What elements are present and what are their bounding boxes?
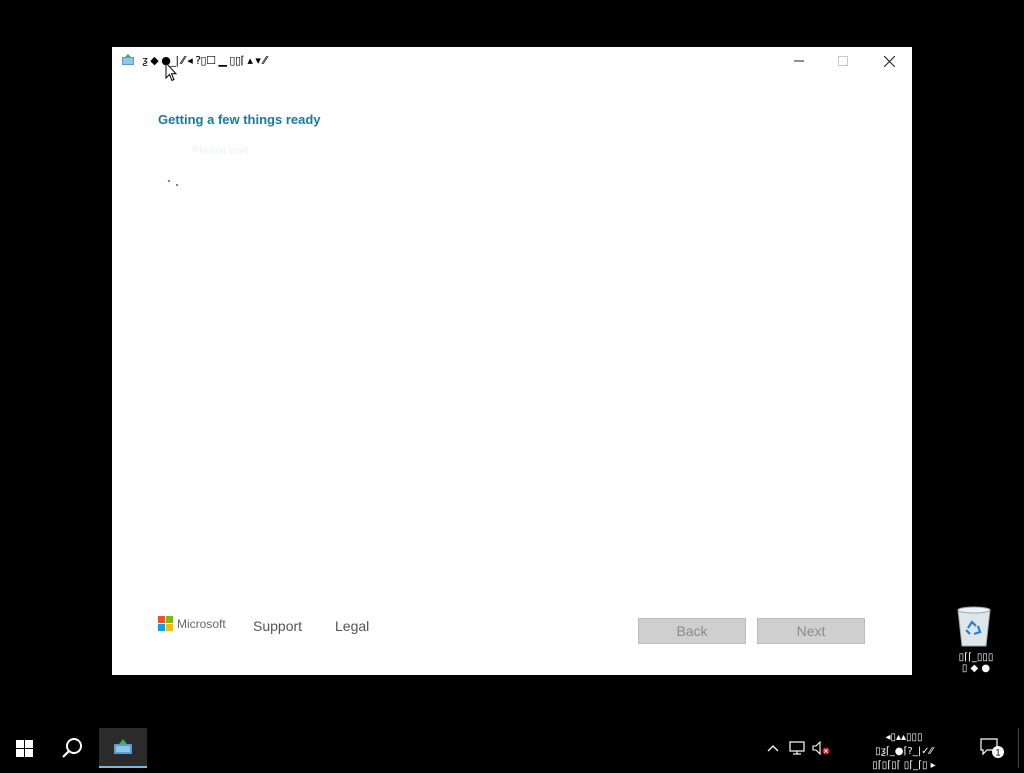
notification-icon: 1 — [980, 738, 1004, 758]
setup-window: ƺ ◆ ●_| ⁄⁄ ◂ ?▯☐ ▁ ▯▯⌈ ▴ ▾ ⁄⁄ Getting a … — [112, 47, 912, 675]
clock-line: ▯⌈▯⌈▯⌈ ▯⌈_⌈▯ ▸ — [872, 760, 936, 771]
show-hidden-icons-button[interactable] — [764, 728, 782, 768]
next-button[interactable]: Next — [757, 618, 865, 644]
recycle-bin-icon[interactable] — [954, 604, 994, 648]
volume-muted-icon — [812, 741, 830, 755]
microsoft-logo: Microsoft — [158, 616, 226, 631]
maximize-icon — [838, 56, 848, 66]
recycle-bin-label: ▯⌈⌈_▯▯▯ ▯ ◆ ● — [958, 652, 994, 674]
spinner-dot — [176, 184, 178, 186]
network-tray-button[interactable] — [786, 728, 808, 768]
legal-link[interactable]: Legal — [335, 618, 369, 634]
clock-line: ◂▯▴▴▯▯▯ — [885, 732, 923, 743]
taskbar-clock[interactable]: ◂▯▴▴▯▯▯ ▯ƺ⌈_●⌈?_|✓⁄⁄ ▯⌈▯⌈▯⌈ ▯⌈_⌈▯ ▸ — [844, 731, 964, 773]
taskbar-setup-app[interactable] — [99, 728, 147, 768]
page-heading: Getting a few things ready — [158, 112, 321, 127]
back-button[interactable]: Back — [638, 618, 746, 644]
chevron-up-icon — [767, 745, 779, 752]
network-icon — [789, 741, 805, 755]
windows-logo-icon — [15, 739, 33, 757]
start-button[interactable] — [0, 728, 48, 768]
setup-app-icon — [122, 54, 134, 65]
minimize-button[interactable] — [776, 47, 822, 75]
volume-tray-button[interactable] — [810, 728, 832, 768]
action-center-button[interactable]: 1 — [976, 728, 1008, 768]
show-desktop-button[interactable] — [1018, 728, 1024, 768]
taskbar: ◂▯▴▴▯▯▯ ▯ƺ⌈_●⌈?_|✓⁄⁄ ▯⌈▯⌈▯⌈ ▯⌈_⌈▯ ▸ 1 — [0, 728, 1024, 771]
microsoft-logo-icon — [158, 616, 173, 631]
close-icon — [883, 55, 895, 67]
close-button[interactable] — [866, 47, 912, 75]
title-bar[interactable]: ƺ ◆ ●_| ⁄⁄ ◂ ?▯☐ ▁ ▯▯⌈ ▴ ▾ ⁄⁄ — [112, 47, 912, 75]
mouse-cursor-icon — [165, 62, 177, 82]
search-button[interactable] — [48, 728, 96, 768]
window-title: ƺ ◆ ●_| ⁄⁄ ◂ ?▯☐ ▁ ▯▯⌈ ▴ ▾ ⁄⁄ — [142, 54, 267, 67]
status-text: Please wait — [192, 145, 249, 157]
notification-count: 1 — [995, 748, 1000, 758]
clock-line: ▯ƺ⌈_●⌈?_|✓⁄⁄ — [875, 746, 933, 757]
maximize-button[interactable] — [820, 47, 866, 75]
microsoft-wordmark: Microsoft — [177, 616, 226, 631]
search-icon — [62, 738, 82, 758]
minimize-icon — [794, 60, 804, 62]
support-link[interactable]: Support — [253, 618, 302, 634]
spinner-dot — [168, 180, 170, 182]
setup-app-icon — [114, 739, 132, 754]
